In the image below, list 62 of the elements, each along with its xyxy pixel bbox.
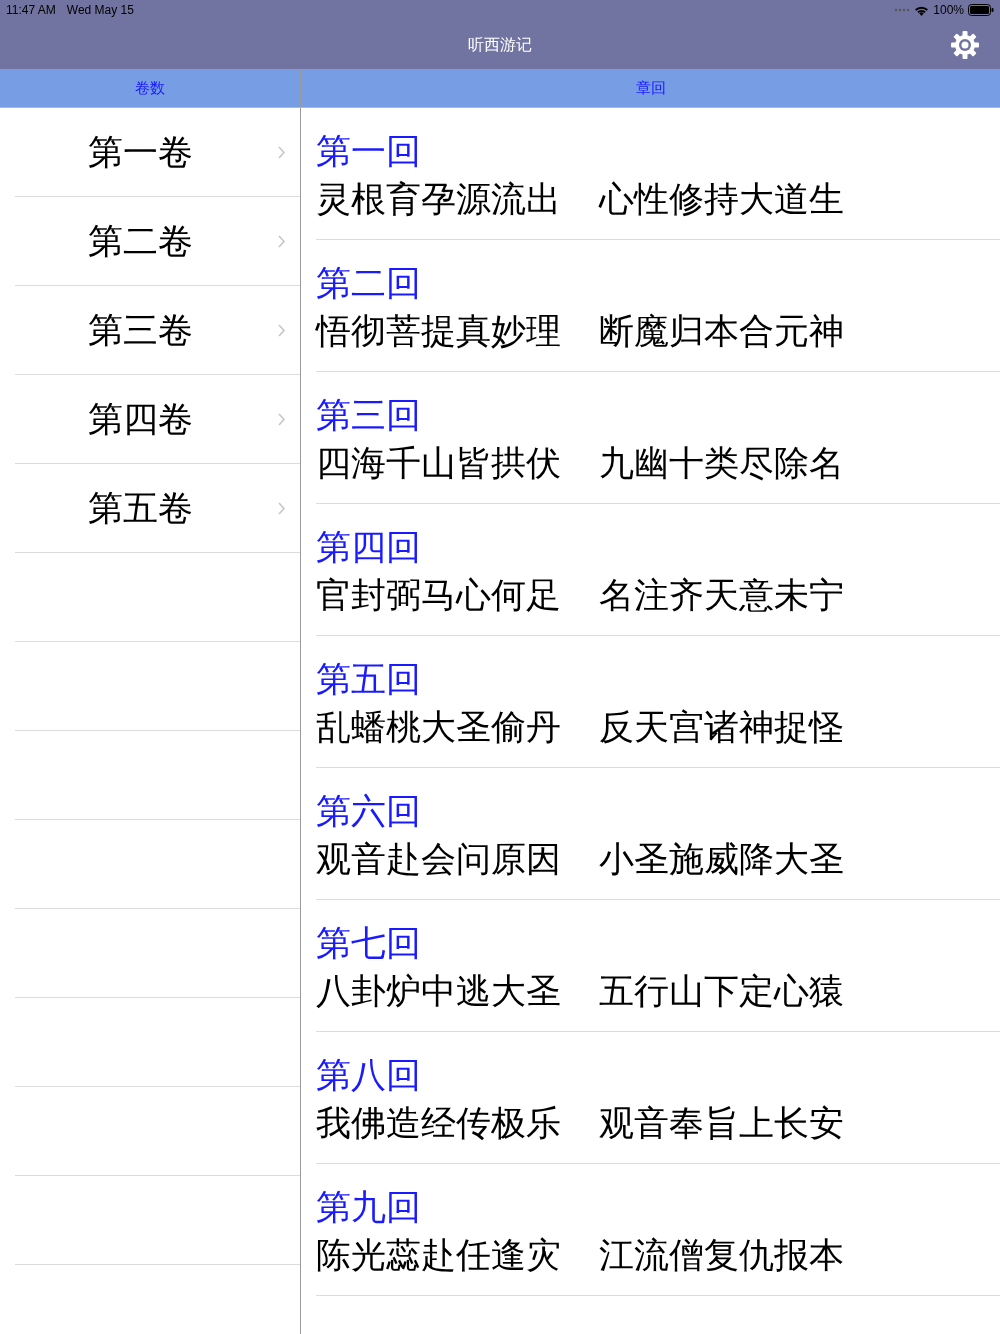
chapter-row[interactable]: 第九回 陈光蕊赴任逢灾 江流僧复仇报本 [316, 1164, 1000, 1296]
wifi-icon [914, 4, 930, 16]
chapter-title-line: 观音奉旨上长安 [599, 1101, 844, 1144]
volume-row[interactable]: 第二卷 [15, 197, 300, 286]
volume-row[interactable]: 第一卷 [15, 108, 300, 197]
chapter-title-line: 九幽十类尽除名 [599, 441, 844, 484]
chapter-title-line: 观音赴会问原因 [316, 837, 562, 880]
chapter-number: 第三回 [316, 393, 422, 436]
volume-label: 第一卷 [86, 130, 194, 173]
chapter-row[interactable]: 第四回 官封弼马心何足 名注齐天意未宁 [316, 504, 1000, 636]
chapter-title-line: 陈光蕊赴任逢灾 [316, 1233, 562, 1276]
chapter-title-line: 断魔归本合元神 [599, 309, 844, 352]
volume-row[interactable]: 第五卷 [15, 464, 300, 553]
chapter-title-line: 小圣施威降大圣 [599, 837, 844, 880]
chapter-title-line: 悟彻菩提真妙理 [316, 309, 562, 352]
chapter-title-line: 灵根育孕源流出 [316, 177, 562, 220]
battery-percentage: 100% [933, 2, 964, 19]
volume-label: 第四卷 [86, 397, 194, 440]
chapter-row[interactable]: 第五回 乱蟠桃大圣偷丹 反天宫诸神捉怪 [316, 636, 1000, 768]
chevron-icon [278, 234, 285, 248]
chapter-title-line: 五行山下定心猿 [599, 969, 844, 1012]
status-date: Wed May 15 [66, 2, 134, 19]
volume-row[interactable]: 第三卷 [15, 286, 300, 375]
chapter-number: 第八回 [316, 1053, 422, 1096]
chapter-number: 第九回 [316, 1185, 422, 1228]
chapter-number: 第六回 [316, 789, 422, 832]
chapter-row[interactable]: 第二回 悟彻菩提真妙理 断魔归本合元神 [316, 240, 1000, 372]
chevron-icon [278, 501, 285, 515]
chapter-title-line: 四海千山皆拱伏 [316, 441, 562, 484]
signal-icon [894, 8, 911, 12]
column-header: 卷数 [135, 77, 165, 98]
chapter-row[interactable]: 第三回 四海千山皆拱伏 九幽十类尽除名 [316, 372, 1000, 504]
chapter-title-line: 官封弼马心何足 [316, 573, 562, 616]
chapter-row[interactable]: 第一回 灵根育孕源流出 心性修持大道生 [316, 108, 1000, 240]
chapter-row[interactable]: 第七回 八卦炉中逃大圣 五行山下定心猿 [316, 900, 1000, 1032]
chevron-icon [278, 412, 285, 426]
chapter-title-line: 八卦炉中逃大圣 [316, 969, 562, 1012]
chapter-title-line: 心性修持大道生 [599, 177, 844, 220]
settings-button[interactable] [949, 29, 981, 61]
volume-row[interactable]: 第四卷 [15, 375, 300, 464]
volume-label: 第三卷 [86, 308, 194, 351]
chapter-row[interactable]: 第六回 观音赴会问原因 小圣施威降大圣 [316, 768, 1000, 900]
nav-title: 听西游记 [468, 34, 532, 55]
chapter-title-line: 反天宫诸神捉怪 [599, 705, 844, 748]
battery-icon [968, 4, 994, 16]
chapter-title-line: 乱蟠桃大圣偷丹 [316, 705, 562, 748]
volume-label: 第五卷 [86, 486, 194, 529]
volume-label: 第二卷 [86, 219, 194, 262]
chapter-title-line: 我佛造经传极乐 [316, 1101, 562, 1144]
chapter-number: 第五回 [316, 657, 422, 700]
chapter-number: 第七回 [316, 921, 422, 964]
chapter-number: 第一回 [316, 129, 422, 172]
chapter-title-line: 江流僧复仇报本 [599, 1233, 844, 1276]
chapter-number: 第四回 [316, 525, 422, 568]
chevron-icon [278, 323, 285, 337]
chapter-row[interactable]: 第八回 我佛造经传极乐 观音奉旨上长安 [316, 1032, 1000, 1164]
chapter-title-line: 名注齐天意未宁 [599, 573, 844, 616]
column-header: 章回 [635, 77, 666, 98]
status-time: 11:47 AM [6, 2, 56, 19]
chapter-number: 第二回 [316, 261, 422, 304]
chevron-icon [278, 145, 285, 159]
settings-icon [950, 30, 980, 60]
